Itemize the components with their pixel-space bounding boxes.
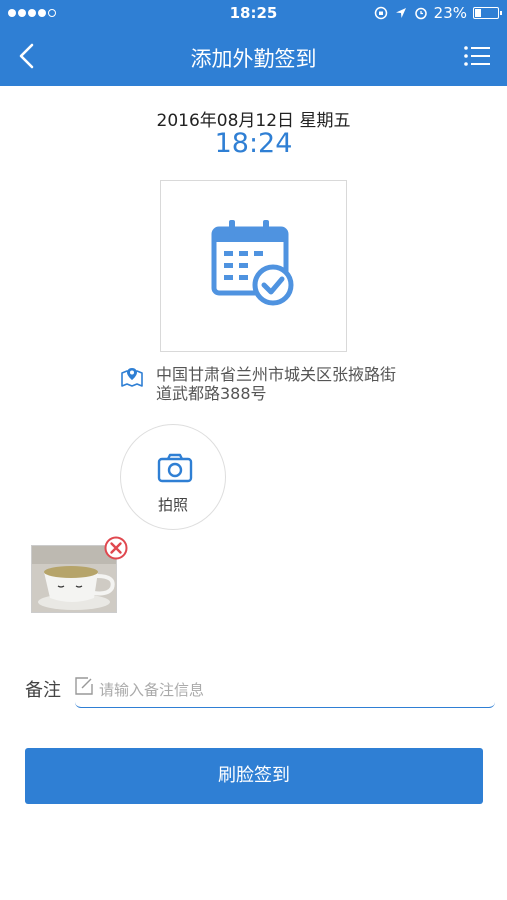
orientation-lock-icon [374,6,387,20]
status-bar: 18:25 23% [0,0,507,28]
calendar-check-icon [211,220,294,306]
note-input[interactable] [75,672,495,708]
location-arrow-icon [395,8,406,18]
battery-icon [473,7,502,19]
nav-bar: 添加外勤签到 [0,28,507,86]
camera-button[interactable]: 拍照 [120,424,226,530]
location-address: 中国甘肃省兰州市城关区张掖路街道武都路388号 [156,365,397,403]
map-pin-icon [121,368,143,387]
camera-label: 拍照 [157,496,188,514]
page-title: 添加外勤签到 [190,47,317,71]
face-checkin-button[interactable]: 刷脸签到 [25,748,483,804]
alarm-icon [414,7,427,20]
battery-percent: 23% [433,4,467,22]
checkin-photo-area[interactable] [160,180,347,352]
camera-icon [157,453,193,483]
battery-level [475,9,481,17]
app-header: 18:25 23% 添加外勤签到 [0,0,507,86]
list-menu-icon[interactable] [463,43,491,69]
remove-photo-button[interactable] [104,536,128,560]
note-label: 备注 [25,680,61,701]
checkin-time: 18:24 [214,128,293,159]
